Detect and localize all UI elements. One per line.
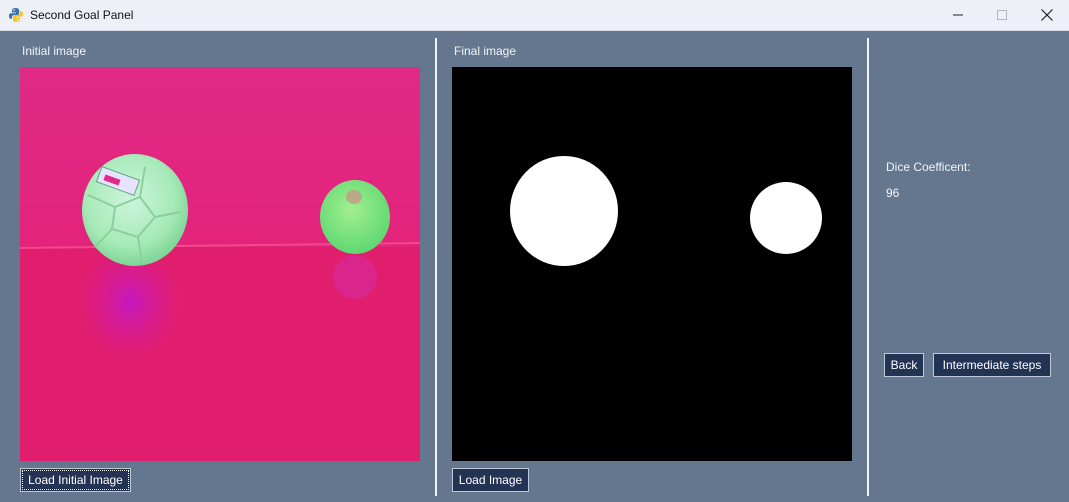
maximize-button[interactable] — [979, 0, 1025, 30]
maximize-icon — [997, 10, 1007, 20]
title-bar: Second Goal Panel — [0, 0, 1069, 31]
panel-divider-left — [435, 38, 437, 496]
initial-image-label: Initial image — [22, 44, 87, 58]
minimize-icon — [953, 14, 963, 16]
dice-coefficient-value: 96 — [886, 186, 900, 200]
close-button[interactable] — [1024, 0, 1069, 30]
window-title: Second Goal Panel — [30, 8, 134, 22]
back-button[interactable]: Back — [884, 353, 924, 377]
load-initial-image-button[interactable]: Load Initial Image — [20, 468, 131, 492]
initial-image-picture — [20, 67, 420, 461]
intermediate-steps-button[interactable]: Intermediate steps — [933, 353, 1051, 377]
initial-image — [20, 67, 420, 461]
final-image — [452, 67, 852, 461]
final-image-mask — [452, 67, 852, 461]
final-image-label: Final image — [454, 44, 517, 58]
load-image-button[interactable]: Load Image — [452, 468, 529, 492]
panel-divider-right — [867, 38, 869, 496]
close-icon — [1041, 9, 1053, 21]
dice-coefficient-label: Dice Coefficent: — [886, 160, 971, 174]
minimize-button[interactable] — [935, 0, 981, 30]
python-app-icon — [9, 8, 23, 22]
